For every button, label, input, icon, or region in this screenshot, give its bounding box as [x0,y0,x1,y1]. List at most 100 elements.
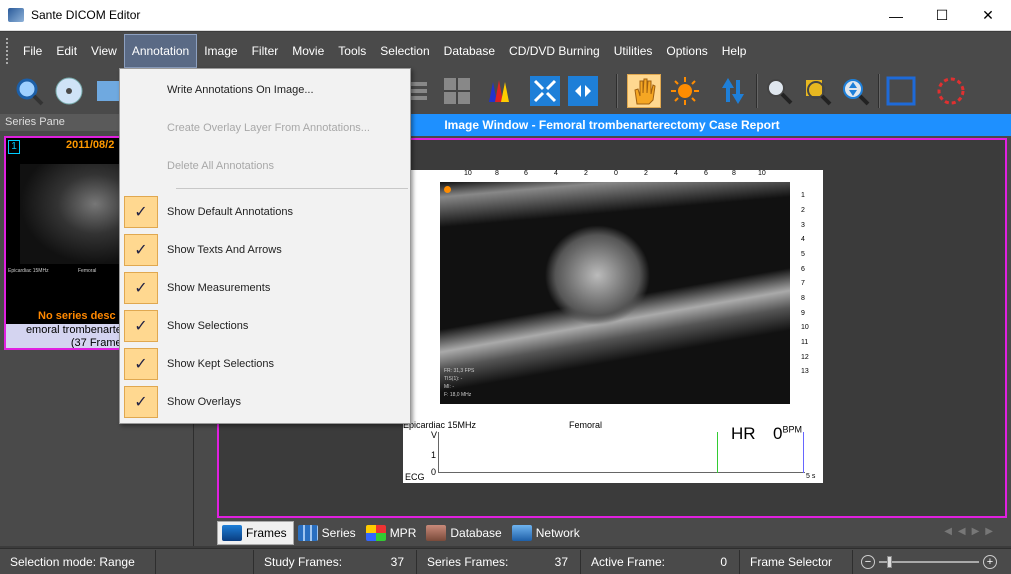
magnify-color-icon[interactable] [800,74,834,108]
ultrasound-image: FR: 31,3 FPS TIS(1): - MI: - F: 18,0 MHz [440,182,790,404]
study-frames-label: Study Frames: [264,554,343,569]
rect-select-icon[interactable] [884,74,918,108]
magnify-icon[interactable] [762,74,796,108]
frames-icon [222,525,242,541]
us-tis: TIS(1): - [444,376,463,382]
ruler-tick: 4 [801,236,805,243]
frame-slider-track[interactable] [879,555,979,568]
tab-network-label: Network [535,526,580,540]
menu-edit[interactable]: Edit [49,34,84,68]
menu-annotation[interactable]: Annotation [123,34,198,68]
frame-selector: Frame Selector [740,549,853,574]
menu-item-show-default-annotations[interactable]: ✓ Show Default Annotations [120,196,410,228]
menu-item-write-annotations[interactable]: Write Annotations On Image... [120,74,410,106]
ruler-tick: 8 [801,295,805,302]
us-frame-rate: FR: 31,3 FPS [444,368,475,374]
zoom-out-button[interactable]: − [861,554,875,569]
menu-grip-icon[interactable] [6,38,10,64]
brightness-icon[interactable] [668,74,702,108]
ecg-time-label: 5 s [806,473,816,480]
zoom-icon[interactable] [12,74,46,108]
menu-item-delete-all-annotations: Delete All Annotations [120,150,410,182]
heart-rate-value: 0BPM [773,424,802,444]
menu-item-show-selections[interactable]: ✓ Show Selections [120,310,410,342]
checkmark-icon: ✓ [124,196,158,228]
menu-movie[interactable]: Movie [285,34,331,68]
checkmark-icon: ✓ [124,386,158,418]
ruler-tick: 2 [801,207,805,214]
fit-icon[interactable] [528,74,562,108]
menu-view[interactable]: View [84,34,124,68]
ruler-tick: 12 [801,354,809,361]
dicom-image[interactable]: 10 8 6 4 2 0 2 4 6 8 10 FR: 31,3 FPS TIS… [403,170,823,483]
toolbar-separator [878,74,880,108]
zoom-in-button[interactable]: + [983,554,997,569]
selection-mode-text: Selection mode: Range [10,554,135,569]
selection-mode: Selection mode: Range [0,549,156,574]
tab-nav-arrows-icon[interactable]: ◀◀▶▶ [944,526,999,537]
menu-item-show-kept-selections[interactable]: ✓ Show Kept Selections [120,348,410,380]
checkmark-icon: ✓ [124,272,158,304]
menu-database[interactable]: Database [437,34,502,68]
hand-icon[interactable] [627,74,661,108]
menu-image[interactable]: Image [197,34,244,68]
toolbar-separator [616,74,618,108]
ruler-tick: 11 [801,339,809,346]
fullscreen-icon[interactable] [566,74,600,108]
active-frame-label: Active Frame: [591,554,666,569]
close-button[interactable]: ✕ [965,0,1011,31]
menu-tools[interactable]: Tools [331,34,373,68]
window-title: Sante DICOM Editor [31,8,141,22]
circle-select-icon[interactable] [934,74,968,108]
menu-item-show-measurements[interactable]: ✓ Show Measurements [120,272,410,304]
tab-network[interactable]: Network [508,521,586,545]
checkmark-icon: ✓ [124,310,158,342]
menu-bar: File Edit View Annotation Image Filter M… [0,32,1011,70]
orientation-marker [444,186,451,193]
ecg-baseline [438,472,805,473]
minimize-button[interactable]: — [873,0,919,31]
probe-label: Epicardiac 15MHz [403,420,477,430]
thumb-region-label: Femoral [78,268,97,274]
tab-series-label: Series [321,526,356,540]
frame-slider-thumb[interactable] [887,555,892,568]
ecg-voltage-label: V [431,430,438,440]
menu-cd-dvd-burning[interactable]: CD/DVD Burning [502,34,607,68]
tab-frames[interactable]: Frames [217,521,294,545]
series-frames-label: Series Frames: [427,554,509,569]
ruler-tick: 10 [758,170,766,177]
menu-item-label: Show Selections [167,320,249,332]
menu-item-show-texts-arrows[interactable]: ✓ Show Texts And Arrows [120,234,410,266]
grid-icon[interactable] [440,74,474,108]
menu-item-show-overlays[interactable]: ✓ Show Overlays [120,386,410,418]
tab-mpr[interactable]: MPR [362,521,423,545]
tab-database[interactable]: Database [422,521,507,545]
menu-file[interactable]: File [16,34,49,68]
menu-utilities[interactable]: Utilities [607,34,660,68]
frame-selector-slider: − + [853,554,997,569]
series-frames: Series Frames: 37 [417,549,581,574]
ruler-tick: 3 [801,222,805,229]
ecg-tick-0: 0 [431,467,437,477]
flip-vertical-icon[interactable] [716,74,750,108]
ecg-vertical-axis [438,432,439,473]
color-icon[interactable] [482,74,516,108]
cd-icon[interactable] [52,74,86,108]
menu-filter[interactable]: Filter [245,34,286,68]
checkmark-icon: ✓ [124,234,158,266]
maximize-button[interactable]: ☐ [919,0,965,31]
window-controls: — ☐ ✕ [873,0,1011,31]
study-frames: Study Frames: 37 [254,549,417,574]
menu-options[interactable]: Options [659,34,714,68]
menu-help[interactable]: Help [715,34,754,68]
series-frames-value: 37 [554,554,568,569]
menu-selection[interactable]: Selection [373,34,436,68]
series-icon [297,525,318,541]
tab-series[interactable]: Series [294,521,362,545]
tab-frames-label: Frames [246,526,287,540]
status-spacer [156,549,254,574]
tab-database-label: Database [450,526,502,540]
magnify-arrows-icon[interactable] [838,74,872,108]
menu-item-label: Show Kept Selections [167,358,275,370]
menu-item-label: Show Overlays [167,396,241,408]
